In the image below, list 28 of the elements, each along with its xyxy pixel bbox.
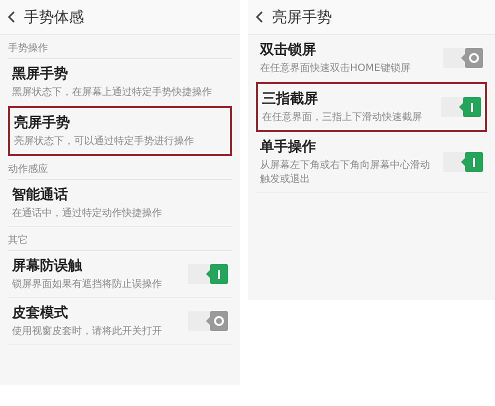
setting-title[interactable]: 双击锁屏: [260, 41, 437, 59]
section-label: 手势操作: [8, 35, 232, 59]
toggle-switch[interactable]: [443, 152, 483, 172]
setting-description: 在通话中，通过特定动作快捷操作: [12, 206, 163, 220]
setting-description: 使用视窗皮套时，请将此开关打开: [12, 324, 163, 338]
setting-title[interactable]: 黑屏手势: [12, 65, 228, 83]
setting-description: 锁屏界面如果有遮挡将防止误操作: [12, 278, 163, 291]
section-label: 其它: [8, 227, 232, 251]
back-icon[interactable]: [256, 11, 264, 23]
screen-title: 手势体感: [24, 8, 84, 26]
toggle-switch[interactable]: [441, 97, 481, 117]
setting-description: 在任意界面快速双击HOME键锁屏: [260, 62, 412, 75]
setting-title[interactable]: 皮套模式: [12, 304, 182, 322]
setting-description: 在任意界面，三指上下滑动快速截屏: [262, 110, 423, 124]
setting-description: 从屏幕左下角或右下角向屏幕中心滑动触发或退出: [260, 158, 431, 186]
setting-title[interactable]: 智能通话: [12, 186, 228, 204]
setting-title[interactable]: 三指截屏: [262, 90, 435, 108]
screen-title: 亮屏手势: [272, 8, 332, 26]
back-icon[interactable]: [8, 11, 16, 23]
setting-description: 亮屏状态下，可以通过特定手势进行操作: [14, 134, 195, 148]
section-label: 动作感应: [8, 156, 232, 180]
toggle-switch[interactable]: [188, 264, 228, 284]
setting-title[interactable]: 亮屏手势: [14, 114, 226, 132]
toggle-switch[interactable]: [443, 48, 483, 68]
toggle-switch[interactable]: [188, 311, 228, 331]
setting-title[interactable]: 屏幕防误触: [12, 257, 182, 275]
setting-title[interactable]: 单手操作: [260, 138, 437, 156]
setting-description: 黑屏状态下，在屏幕上通过特定手势快捷操作: [12, 86, 213, 99]
